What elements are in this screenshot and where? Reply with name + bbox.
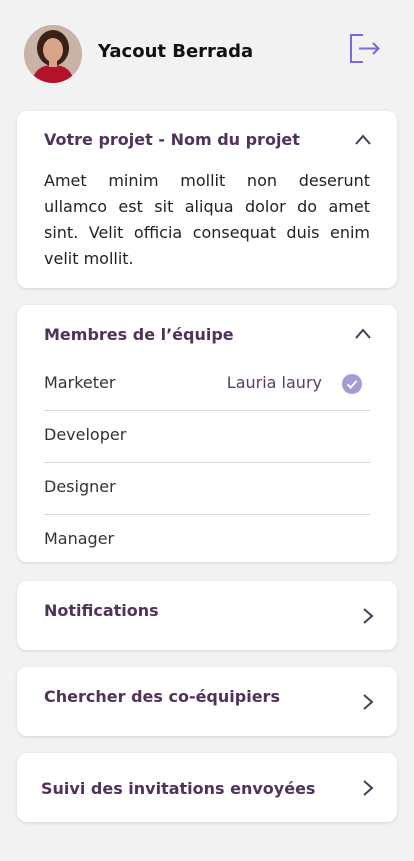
member-role: Designer (44, 477, 116, 496)
team-member-row[interactable]: Marketer Lauria laury (44, 358, 370, 411)
project-description: Amet minim mollit non deserunt ullamco e… (44, 171, 370, 268)
avatar-image (24, 25, 82, 83)
avatar[interactable] (24, 25, 82, 83)
chevron-right-icon (363, 780, 374, 796)
project-card: Votre projet - Nom du projet Amet minim … (17, 111, 397, 288)
chevron-right-icon (363, 694, 374, 710)
member-role: Manager (44, 529, 115, 548)
logout-button[interactable] (346, 30, 382, 66)
user-name: Yacout Berrada (98, 41, 254, 62)
search-teammates-label: Chercher des co-équipiers (44, 687, 280, 706)
check-icon (342, 374, 362, 394)
chevron-right-icon (363, 608, 374, 624)
member-role: Marketer (44, 373, 116, 392)
notifications-link[interactable]: Notifications (17, 581, 397, 650)
app-header: Yacout Berrada (0, 0, 414, 106)
team-title: Membres de l’équipe (44, 325, 234, 344)
team-member-row[interactable]: Developer (44, 410, 370, 463)
team-member-row[interactable]: Manager (44, 514, 370, 566)
team-member-row[interactable]: Designer (44, 462, 370, 515)
invitations-label: Suivi des invitations envoyées (41, 779, 316, 798)
project-title: Votre projet - Nom du projet (44, 130, 300, 149)
notifications-label: Notifications (44, 601, 159, 620)
chevron-up-icon[interactable] (354, 131, 372, 149)
logout-icon (350, 34, 380, 63)
search-teammates-link[interactable]: Chercher des co-équipiers (17, 667, 397, 736)
invitations-link[interactable]: Suivi des invitations envoyées (17, 753, 397, 822)
member-role: Developer (44, 425, 127, 444)
member-name: Lauria laury (226, 373, 322, 392)
team-card: Membres de l’équipe Marketer Lauria laur… (17, 305, 397, 562)
chevron-up-icon[interactable] (354, 325, 372, 343)
